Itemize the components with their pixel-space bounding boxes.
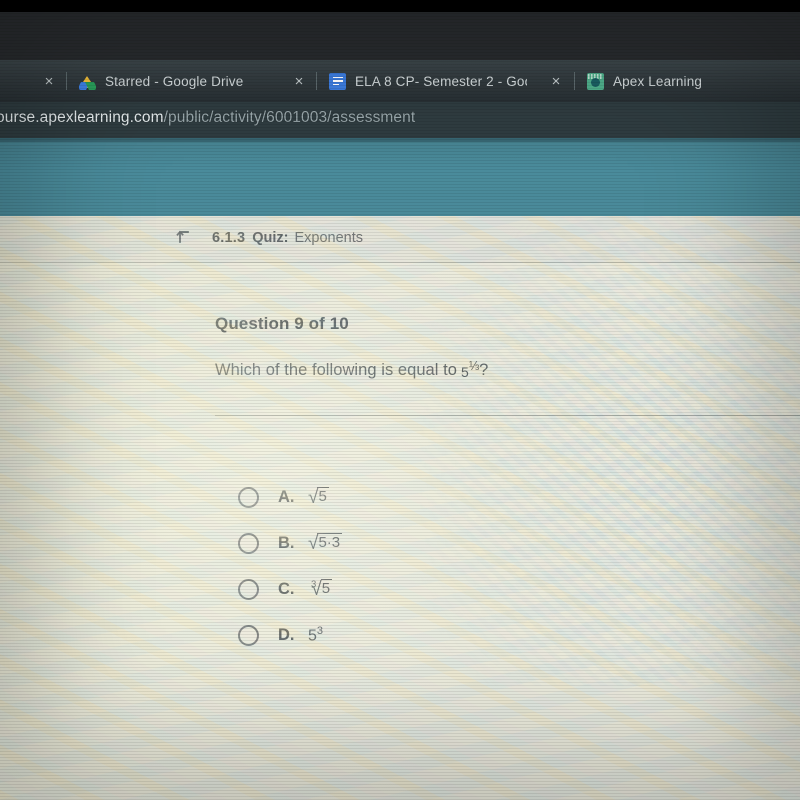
options-divider: [215, 415, 800, 416]
google-docs-icon: [329, 72, 346, 90]
browser-tab-label: Apex Learning: [613, 73, 703, 89]
google-drive-icon: [79, 73, 96, 90]
tab-divider: [316, 72, 317, 90]
option-value-b: √5·3: [308, 532, 343, 554]
option-value-a: √5: [308, 486, 329, 508]
tab-close-button-2[interactable]: ×: [545, 60, 567, 102]
power-exponent-d: 3: [316, 624, 324, 637]
option-letter-a: A.: [278, 487, 295, 506]
browser-tab-starred-google-drive[interactable]: Starred - Google Drive: [62, 60, 292, 102]
option-letter-b: B.: [278, 533, 295, 552]
radicand-a: 5: [317, 487, 329, 505]
answer-option-d[interactable]: D. 53: [238, 622, 323, 648]
question-prompt: Which of the following is equal to 5⅓?: [215, 359, 488, 380]
apex-learning-icon: [587, 72, 604, 90]
option-value-d: 53: [308, 625, 323, 645]
expression-exponent: ⅓: [468, 359, 480, 373]
answer-option-b[interactable]: B. √5·3: [238, 530, 343, 556]
activity-subject: Exponents: [294, 230, 364, 246]
answer-option-a[interactable]: A. √5: [238, 484, 329, 510]
quiz-content: Question 9 of 10 Which of the following …: [0, 262, 800, 800]
activity-type: Quiz:: [252, 230, 289, 246]
url-host: ourse.apexlearning.com: [0, 109, 164, 126]
url-path: /public/activity/6001003/assessment: [163, 109, 416, 126]
browser-tab-label: ELA 8 CP- Semester 2 - Google D: [355, 73, 527, 89]
browser-titlebar: [0, 12, 800, 64]
radio-button-d[interactable]: [238, 624, 259, 646]
tab-divider: [66, 72, 67, 90]
expression-base: 5: [461, 364, 469, 380]
question-counter: Question 9 of 10: [215, 314, 349, 333]
radicand-c: 5: [320, 579, 333, 597]
radio-button-c[interactable]: [238, 578, 259, 600]
quiz-page-header: 6.1.3 Quiz: Exponents: [0, 216, 800, 263]
option-value-c: 3√5: [308, 578, 333, 600]
radio-button-b[interactable]: [238, 532, 259, 554]
tab-close-button-0[interactable]: ×: [38, 60, 60, 102]
quiz-page: 6.1.3 Quiz: Exponents Question 9 of 10 W…: [0, 216, 800, 800]
option-letter-c: C.: [278, 579, 295, 598]
browser-tab-ela-8-cp-semester-2[interactable]: ELA 8 CP- Semester 2 - Google D: [312, 60, 548, 102]
question-terminator: ?: [479, 361, 489, 379]
radicand-b: 5·3: [317, 533, 343, 551]
browser-tab-apex-learning[interactable]: Apex Learning: [570, 60, 790, 102]
lesson-number: 6.1.3: [212, 230, 246, 246]
site-header-band: [0, 138, 800, 216]
power-base-d: 5: [308, 627, 317, 645]
browser-tab-label: Starred - Google Drive: [105, 73, 244, 89]
screen-photo: × Starred - Google Drive × ELA 8 CP- Sem…: [0, 0, 800, 800]
tab-divider: [574, 72, 575, 90]
radio-button-a[interactable]: [238, 486, 259, 508]
breadcrumb[interactable]: 6.1.3 Quiz: Exponents: [176, 230, 363, 246]
answer-option-c[interactable]: C. 3√5: [238, 576, 333, 602]
question-prompt-text: Which of the following is equal to: [215, 361, 457, 379]
option-letter-d: D.: [278, 625, 295, 644]
tab-close-button-1[interactable]: ×: [288, 60, 310, 102]
up-left-arrow-icon[interactable]: [176, 228, 192, 245]
address-bar-url[interactable]: ourse.apexlearning.com/public/activity/6…: [0, 109, 516, 127]
